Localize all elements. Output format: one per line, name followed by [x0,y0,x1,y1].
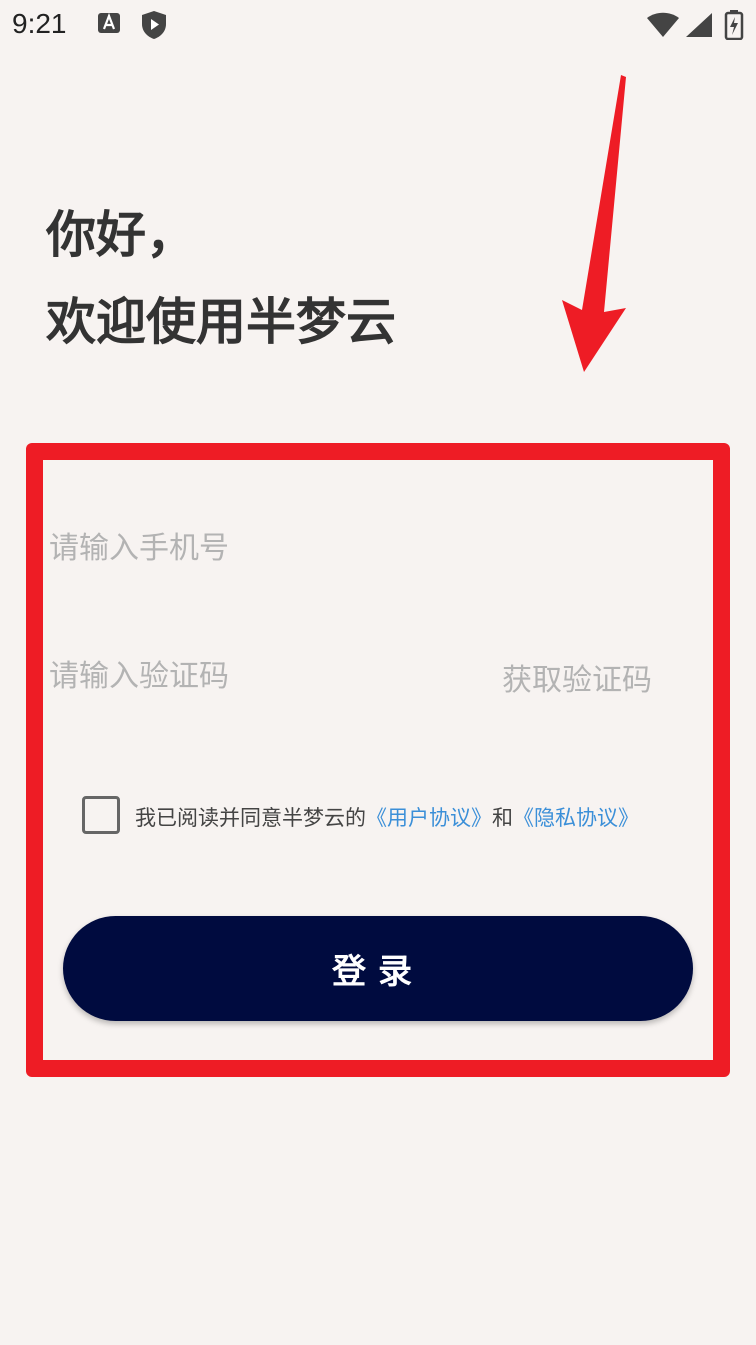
login-button[interactable]: 登录 [63,916,693,1021]
greeting-line-1: 你好， [46,206,196,264]
status-time: 9:21 [12,8,67,39]
agreement-checkbox[interactable] [82,796,120,834]
phone-input[interactable] [49,522,649,574]
agreement-and: 和 [492,806,513,830]
shield-play-icon [141,10,167,44]
user-agreement-link[interactable]: 《用户协议》 [366,806,492,830]
agreement-prefix: 我已阅读并同意半梦云的 [135,806,366,830]
red-arrow-annotation [562,75,626,372]
get-code-button[interactable]: 获取验证码 [502,655,652,699]
cellular-signal-icon [685,12,713,42]
accessibility-app-icon [97,10,121,40]
battery-charging-icon [724,10,744,44]
wifi-icon [646,12,680,42]
login-button-label: 登录 [332,952,424,992]
privacy-policy-link[interactable]: 《隐私协议》 [513,806,639,830]
status-bar: 9:21 [0,0,756,52]
agreement-text: 我已阅读并同意半梦云的《用户协议》和《隐私协议》 [135,802,639,832]
verification-code-input[interactable] [49,650,469,702]
greeting-line-2: 欢迎使用半梦云 [46,293,396,351]
